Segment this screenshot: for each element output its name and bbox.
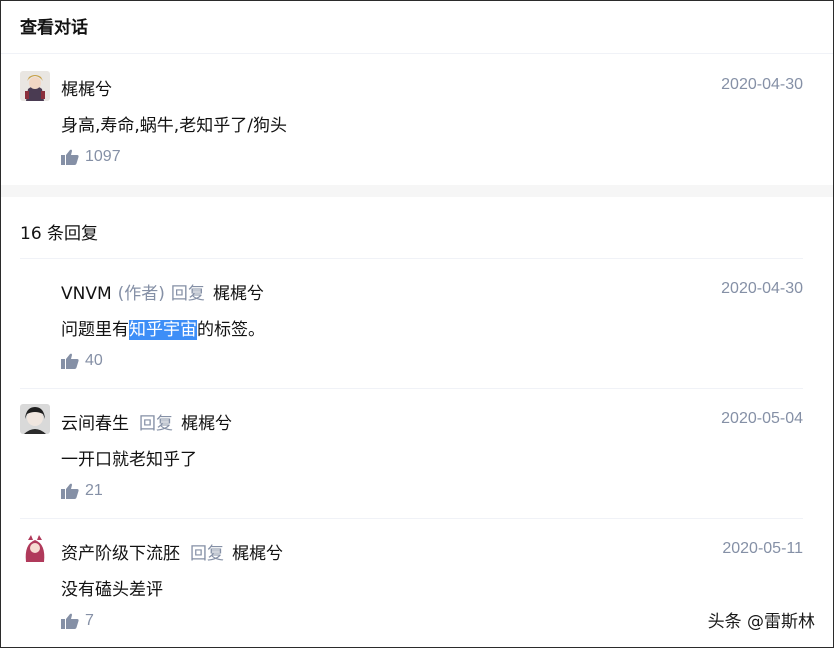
reply-date: 2020-05-04 — [721, 410, 803, 427]
thumbs-up-icon — [61, 483, 79, 499]
reply-text: 问题里有知乎宇宙的标签。 — [61, 320, 265, 340]
comment-text: 身高,寿命,蜗牛,老知乎了/狗头 — [61, 116, 287, 136]
conversation-panel: 查看对话 梶梶兮 2020-04-30 身高,寿命,蜗牛,老知乎了/狗头 109… — [0, 0, 834, 648]
reply-word: 回复 — [190, 544, 224, 564]
reply-target-name[interactable]: 梶梶兮 — [181, 414, 232, 434]
reply-target-name[interactable]: 梶梶兮 — [213, 284, 264, 304]
divider — [20, 258, 803, 259]
like-count: 1097 — [85, 148, 121, 165]
panel-header: 查看对话 — [1, 1, 833, 54]
author-name[interactable]: 云间春生 — [61, 414, 129, 434]
like-count: 21 — [85, 482, 103, 499]
thumbs-up-icon — [61, 353, 79, 369]
avatar[interactable] — [20, 534, 50, 564]
reply-word: 回复 — [170, 284, 205, 304]
author-name[interactable]: 资产阶级下流胚 — [61, 544, 180, 564]
reply-text: 一开口就老知乎了 — [61, 450, 197, 470]
reply-date: 2020-05-11 — [722, 540, 803, 557]
author-name[interactable]: VNVM — [61, 284, 112, 304]
like-count: 7 — [85, 612, 94, 629]
reply-date: 2020-04-30 — [721, 280, 803, 297]
selected-text[interactable]: 知乎宇宙 — [129, 320, 197, 340]
like-count: 40 — [85, 352, 103, 369]
reply-author-line: VNVM (作者) 回复 梶梶兮 — [61, 279, 264, 304]
like-button[interactable]: 1097 — [61, 148, 121, 166]
thumbs-up-icon — [61, 149, 79, 165]
divider — [20, 388, 803, 389]
like-button[interactable]: 7 — [61, 612, 94, 630]
watermark: 头条 @雷斯林 — [707, 612, 815, 632]
like-button[interactable]: 21 — [61, 482, 103, 500]
reply-target-name[interactable]: 梶梶兮 — [232, 544, 283, 564]
reply-author-line: 资产阶级下流胚 回复 梶梶兮 — [61, 539, 283, 564]
like-button[interactable]: 40 — [61, 352, 103, 370]
reply-text: 没有磕头差评 — [61, 580, 163, 600]
avatar[interactable] — [20, 404, 50, 434]
comment-date: 2020-04-30 — [721, 76, 803, 93]
section-separator — [1, 185, 833, 197]
thumbs-up-icon — [61, 613, 79, 629]
reply-author-line: 云间春生 回复 梶梶兮 — [61, 409, 232, 434]
reply-count: 16 条回复 — [20, 224, 99, 244]
author-name[interactable]: 梶梶兮 — [61, 80, 112, 100]
author-tag: (作者) — [117, 284, 165, 304]
avatar[interactable] — [20, 71, 50, 101]
reply-word: 回复 — [139, 414, 173, 434]
divider — [20, 518, 803, 519]
page-title: 查看对话 — [20, 18, 88, 38]
comment-author-line: 梶梶兮 — [61, 75, 112, 100]
